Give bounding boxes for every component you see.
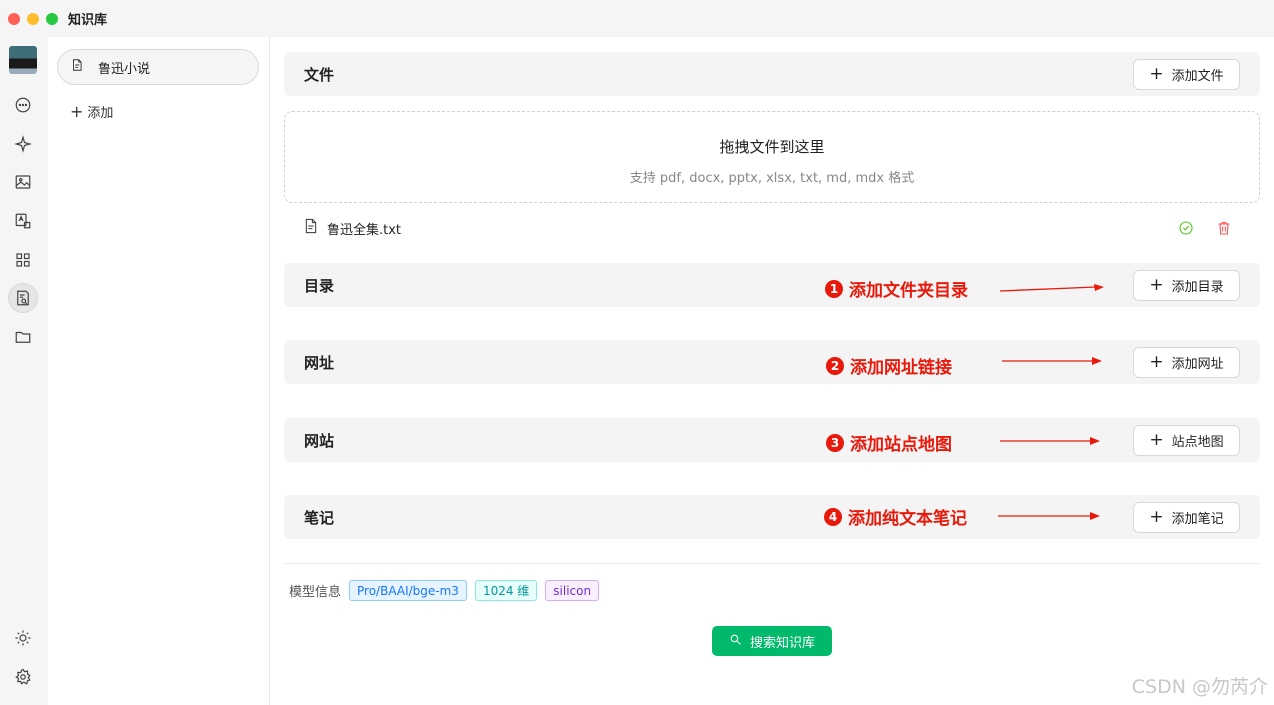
button-label: 添加网址 [1171, 356, 1224, 372]
annotation-number: 2 [826, 356, 844, 375]
note-section-header: 笔记 + 添加笔记 [284, 495, 1260, 539]
model-info-label: 模型信息 [289, 585, 342, 600]
annotation-text: 添加站点地图 [850, 435, 952, 455]
annotation-text: 添加纯文本笔记 [848, 509, 967, 529]
add-kb-button[interactable]: + 添加 [70, 102, 113, 121]
kb-item-label: 鲁迅小说 [98, 61, 151, 77]
model-info: 模型信息 Pro/BAAI/bge-m3 1024 维 silicon [289, 580, 600, 601]
main-content: 文件 + 添加文件 拖拽文件到这里 支持 pdf, docx, pptx, xl… [270, 37, 1274, 705]
file-name: 鲁迅全集.txt [327, 222, 402, 238]
search-button-label: 搜索知识库 [749, 635, 815, 651]
plus-icon: + [1149, 429, 1164, 450]
button-label: 添加目录 [1171, 279, 1224, 295]
plus-icon: + [1149, 274, 1164, 295]
section-title: 网址 [304, 353, 335, 372]
annotation-text: 添加文件夹目录 [849, 281, 968, 301]
provider-tag: silicon [545, 580, 600, 601]
translate-icon[interactable] [12, 210, 34, 232]
plus-icon: + [1149, 506, 1164, 527]
button-label: 添加笔记 [1171, 511, 1224, 527]
annotation-4: 4 添加纯文本笔记 [824, 504, 967, 529]
knowledge-base-sidebar: 鲁迅小说 + 添加 [48, 37, 270, 705]
annotation-text: 添加网址链接 [850, 358, 952, 378]
annotation-number: 4 [824, 507, 842, 526]
dropzone-subtitle: 支持 pdf, docx, pptx, xlsx, txt, md, mdx 格… [629, 171, 915, 186]
document-icon [70, 58, 98, 76]
file-dropzone[interactable]: 拖拽文件到这里 支持 pdf, docx, pptx, xlsx, txt, m… [284, 111, 1260, 203]
file-list-item: 鲁迅全集.txt [304, 217, 1244, 239]
add-url-button[interactable]: + 添加网址 [1133, 346, 1240, 378]
maximize-window-button[interactable] [46, 12, 58, 25]
sitemap-button[interactable]: + 站点地图 [1133, 424, 1240, 456]
add-note-button[interactable]: + 添加笔记 [1133, 501, 1240, 533]
section-title: 文件 [304, 65, 335, 84]
search-icon [729, 633, 750, 650]
files-section-header: 文件 + 添加文件 [284, 52, 1260, 96]
section-title: 网站 [304, 431, 335, 450]
plus-icon: + [1149, 351, 1164, 372]
annotation-2: 2 添加网址链接 [826, 353, 952, 378]
section-title: 笔记 [304, 508, 335, 527]
delete-trash-icon[interactable] [1216, 220, 1232, 240]
settings-gear-icon[interactable] [12, 666, 34, 688]
folder-icon[interactable] [12, 326, 34, 348]
minimize-window-button[interactable] [27, 12, 39, 25]
annotation-3: 3 添加站点地图 [826, 430, 952, 455]
annotation-1: 1 添加文件夹目录 [825, 276, 968, 301]
close-window-button[interactable] [8, 12, 20, 25]
button-label: 添加文件 [1171, 68, 1224, 84]
section-title: 目录 [304, 276, 335, 295]
divider [284, 563, 1260, 564]
plus-icon: + [1149, 63, 1164, 84]
avatar[interactable] [9, 46, 37, 74]
watermark: CSDN @勿芮介 [1131, 676, 1268, 698]
kb-item-selected[interactable]: 鲁迅小说 [57, 49, 259, 85]
dimensions-tag: 1024 维 [474, 580, 538, 601]
sparkle-icon[interactable] [12, 133, 34, 155]
annotation-arrow-3 [1000, 437, 1100, 445]
image-icon[interactable] [12, 171, 34, 193]
check-circle-icon [1178, 220, 1194, 240]
window-title: 知识库 [68, 13, 108, 28]
chat-icon[interactable] [12, 94, 34, 116]
annotation-arrow-4 [998, 512, 1102, 520]
title-bar: 知识库 [0, 0, 1274, 37]
icon-rail [0, 37, 48, 705]
dropzone-title: 拖拽文件到这里 [719, 138, 825, 156]
button-label: 站点地图 [1171, 434, 1224, 450]
annotation-arrow-2 [1002, 357, 1102, 365]
annotation-arrow-1 [999, 284, 1104, 292]
annotation-number: 1 [825, 279, 843, 298]
search-knowledge-base-button[interactable]: 搜索知识库 [712, 626, 832, 656]
model-name-tag: Pro/BAAI/bge-m3 [349, 580, 467, 601]
knowledge-base-icon[interactable] [8, 283, 38, 313]
file-icon [304, 218, 318, 238]
annotation-number: 3 [826, 433, 844, 452]
apps-grid-icon[interactable] [12, 249, 34, 271]
website-section-header: 网站 + 站点地图 [284, 418, 1260, 462]
add-directory-button[interactable]: + 添加目录 [1133, 269, 1240, 301]
url-section-header: 网址 + 添加网址 [284, 340, 1260, 384]
plus-icon: + [70, 101, 84, 121]
theme-sun-icon[interactable] [12, 627, 34, 649]
window-controls [8, 12, 58, 25]
add-file-button[interactable]: + 添加文件 [1133, 58, 1240, 90]
directory-section-header: 目录 + 添加目录 [284, 263, 1260, 307]
add-kb-label: 添加 [87, 106, 114, 121]
